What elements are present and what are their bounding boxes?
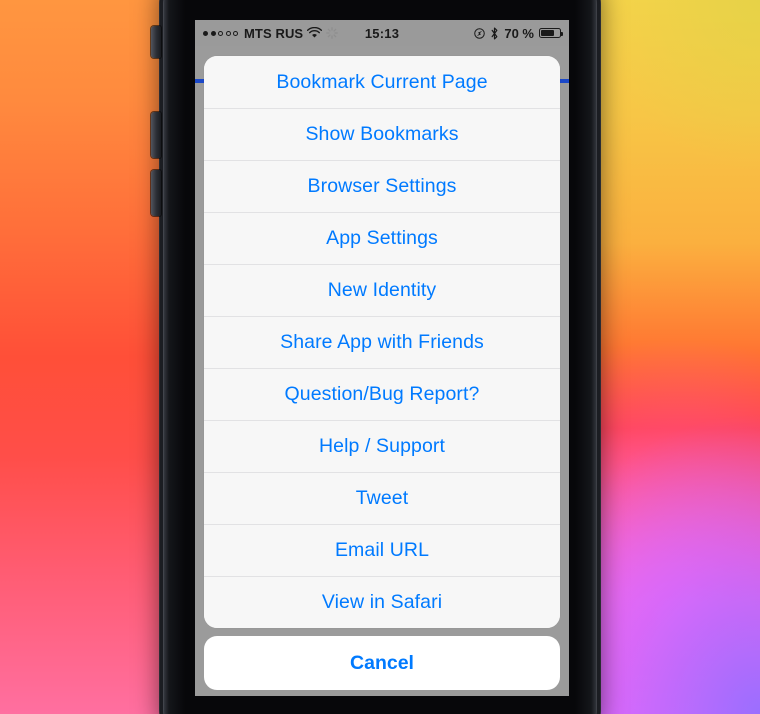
status-bar: MTS RUS 15:13 70 %: [195, 20, 569, 46]
sheet-item-question-bug-report[interactable]: Question/Bug Report?: [204, 368, 560, 420]
status-bar-left: MTS RUS: [203, 26, 347, 41]
action-sheet-options-group: Bookmark Current Page Show Bookmarks Bro…: [204, 56, 560, 628]
sheet-item-tweet[interactable]: Tweet: [204, 472, 560, 524]
clock-label: 15:13: [364, 25, 400, 41]
volume-up-button[interactable]: [151, 112, 161, 158]
phone-screen: MTS RUS 15:13 70 % Bookmark Current Page…: [195, 20, 569, 696]
location-services-icon: [474, 27, 486, 39]
carrier-label: MTS RUS: [244, 25, 304, 41]
volume-down-button[interactable]: [151, 170, 161, 216]
sheet-item-bookmark-current-page[interactable]: Bookmark Current Page: [204, 56, 560, 108]
battery-icon: [539, 27, 563, 39]
sheet-item-view-in-safari[interactable]: View in Safari: [204, 576, 560, 628]
sheet-item-share-app-with-friends[interactable]: Share App with Friends: [204, 316, 560, 368]
sheet-item-browser-settings[interactable]: Browser Settings: [204, 160, 560, 212]
phone-device: MTS RUS 15:13 70 % Bookmark Current Page…: [151, 0, 600, 714]
mute-switch[interactable]: [151, 26, 161, 58]
bluetooth-icon: [490, 27, 499, 40]
status-bar-center: 15:13: [347, 26, 417, 41]
sheet-item-help-support[interactable]: Help / Support: [204, 420, 560, 472]
action-sheet-cancel-group: Cancel: [204, 636, 560, 690]
sheet-item-email-url[interactable]: Email URL: [204, 524, 560, 576]
battery-percent-label: 70 %: [504, 25, 534, 41]
sheet-item-app-settings[interactable]: App Settings: [204, 212, 560, 264]
cancel-button[interactable]: Cancel: [204, 636, 560, 690]
activity-spinner-icon: [326, 27, 339, 39]
action-sheet: Bookmark Current Page Show Bookmarks Bro…: [204, 56, 560, 690]
signal-strength-icon: [203, 30, 238, 36]
sheet-item-new-identity[interactable]: New Identity: [204, 264, 560, 316]
wifi-icon: [307, 26, 323, 39]
status-bar-right: 70 %: [417, 25, 563, 41]
sheet-item-show-bookmarks[interactable]: Show Bookmarks: [204, 108, 560, 160]
